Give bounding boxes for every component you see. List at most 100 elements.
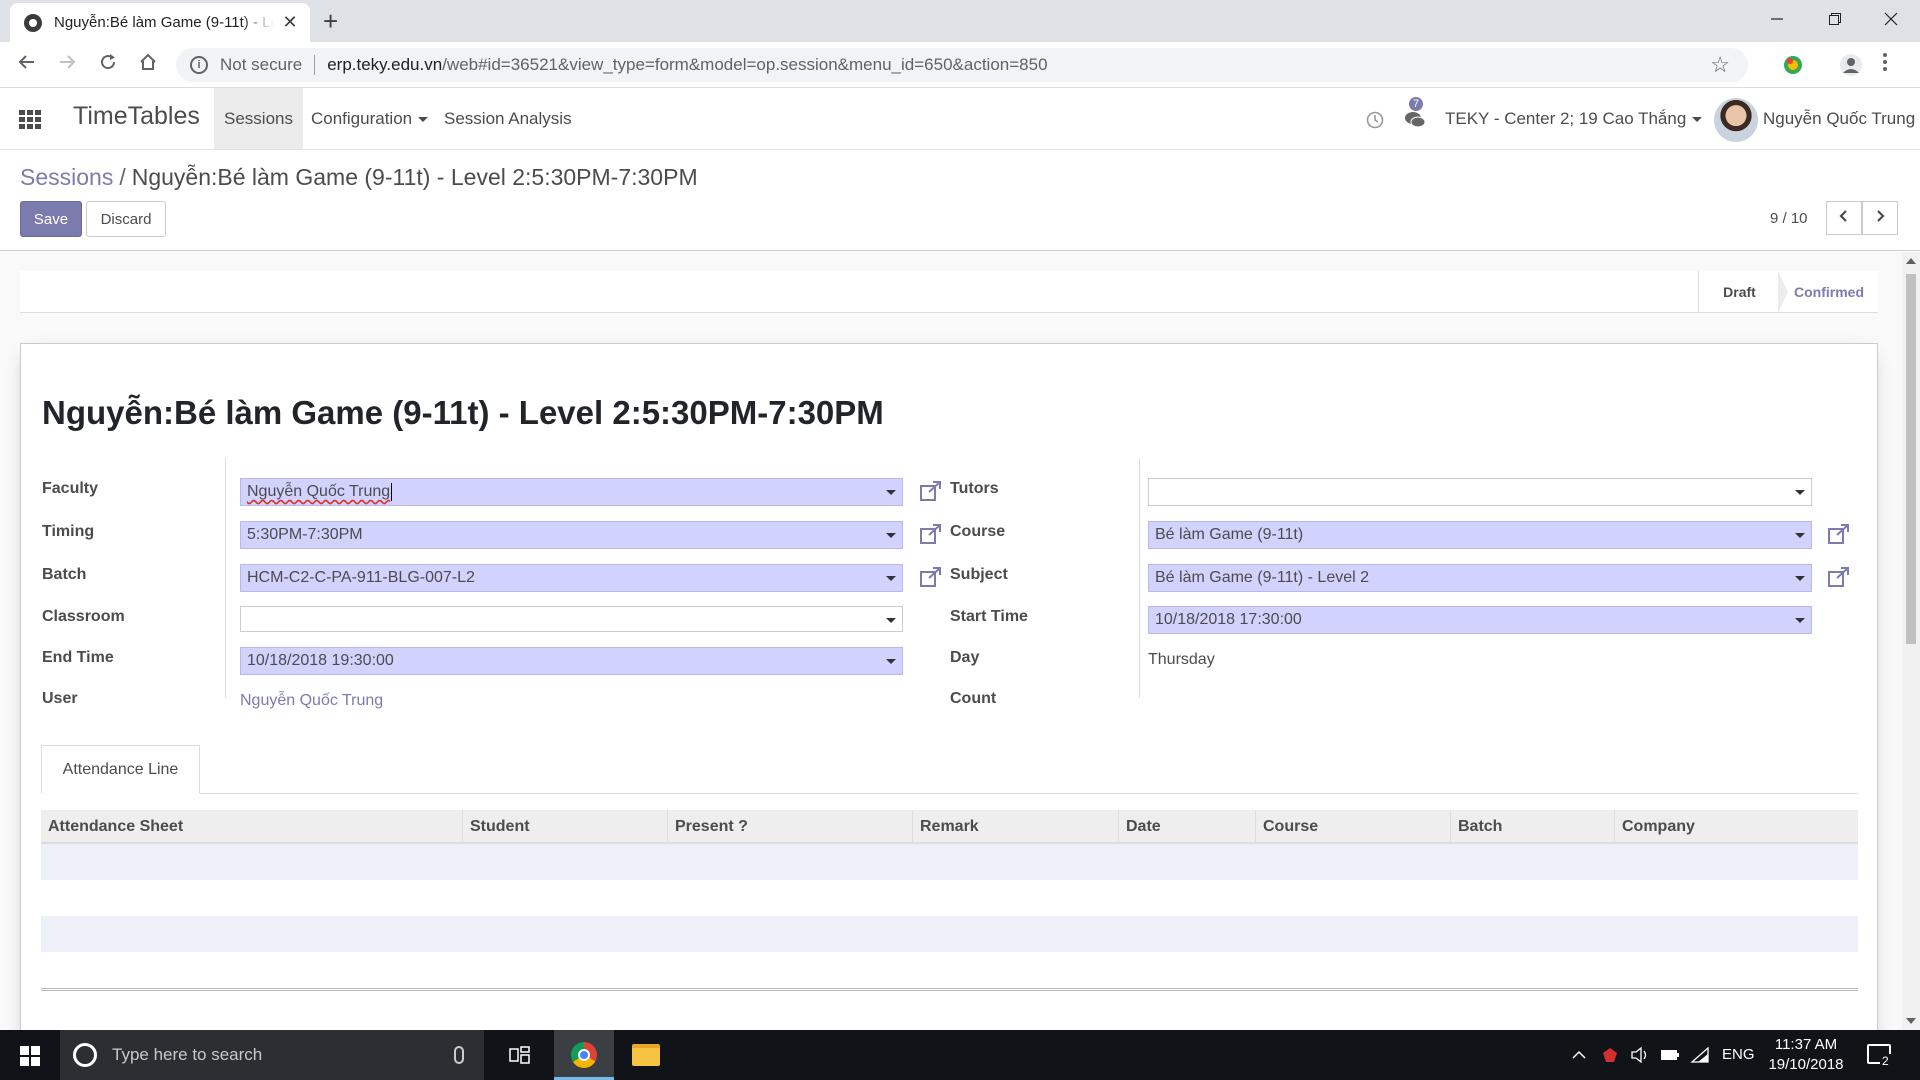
external-link-icon[interactable] — [1827, 566, 1851, 588]
day-label: Day — [950, 649, 980, 666]
info-icon[interactable]: i — [190, 56, 208, 74]
scroll-down-icon[interactable] — [1906, 1018, 1916, 1024]
external-link-icon[interactable] — [919, 523, 943, 545]
pager-value[interactable]: 9 / 10 — [1770, 210, 1808, 227]
profile-icon[interactable] — [1838, 52, 1864, 78]
cortana-icon[interactable] — [73, 1043, 97, 1067]
microphone-icon[interactable] — [454, 1046, 464, 1064]
dropdown-caret-icon[interactable] — [886, 533, 896, 538]
form-sheet: Nguyễn:Bé làm Game (9-11t) - Level 2:5:3… — [20, 343, 1878, 1030]
column-present[interactable]: Present ? — [667, 810, 912, 844]
show-hidden-icons-icon[interactable] — [1572, 1030, 1586, 1080]
apps-grid-icon[interactable] — [19, 110, 41, 129]
close-window-icon[interactable] — [1862, 4, 1920, 36]
start-time-label: Start Time — [950, 608, 1028, 625]
scroll-up-icon[interactable] — [1906, 258, 1916, 264]
table-row — [41, 880, 1858, 916]
tab-attendance-line[interactable]: Attendance Line — [41, 745, 200, 794]
external-link-icon[interactable] — [919, 480, 943, 502]
taskbar-search[interactable]: Type here to search — [60, 1030, 484, 1080]
classroom-field[interactable] — [240, 606, 903, 632]
reload-icon[interactable] — [93, 50, 123, 80]
dropdown-caret-icon[interactable] — [1795, 490, 1805, 495]
minimize-icon[interactable] — [1748, 4, 1806, 36]
file-explorer-taskbar-icon[interactable] — [616, 1030, 676, 1080]
antivirus-icon[interactable] — [1602, 1030, 1618, 1080]
breadcrumb-sessions-link[interactable]: Sessions — [20, 164, 113, 190]
restore-icon[interactable] — [1806, 4, 1864, 36]
menu-sessions[interactable]: Sessions — [214, 88, 303, 149]
course-value: Bé làm Game (9-11t) — [1155, 526, 1304, 543]
end-time-label: End Time — [42, 649, 114, 666]
end-time-field[interactable]: 10/18/2018 19:30:00 — [240, 647, 903, 675]
back-icon[interactable] — [12, 50, 42, 80]
dropdown-caret-icon[interactable] — [1795, 533, 1805, 538]
star-icon[interactable]: ☆ — [1710, 52, 1730, 78]
column-remark[interactable]: Remark — [912, 810, 1118, 844]
timing-field[interactable]: 5:30PM-7:30PM — [240, 521, 903, 549]
new-tab-button[interactable]: + — [323, 7, 338, 35]
subject-field[interactable]: Bé làm Game (9-11t) - Level 2 — [1148, 564, 1812, 592]
task-view-icon[interactable] — [490, 1030, 550, 1080]
browser-tab[interactable]: Nguyễn:Bé làm Game (9-11t) - Level 2:5:3… — [10, 3, 310, 42]
dropdown-caret-icon[interactable] — [886, 659, 896, 664]
column-course[interactable]: Course — [1255, 810, 1450, 844]
menu-configuration[interactable]: Configuration — [301, 88, 438, 149]
external-link-icon[interactable] — [1827, 523, 1851, 545]
dropdown-caret-icon[interactable] — [886, 576, 896, 581]
form-view: Draft Confirmed Nguyễn:Bé làm Game (9-11… — [0, 252, 1902, 1030]
app-brand[interactable]: TimeTables — [73, 102, 200, 131]
batch-field[interactable]: HCM-C2-C-PA-911-BLG-007-L2 — [240, 564, 903, 592]
page-scrollbar[interactable] — [1902, 252, 1920, 1030]
dropdown-caret-icon[interactable] — [1795, 618, 1805, 623]
tutors-field[interactable] — [1148, 478, 1812, 506]
battery-icon[interactable] — [1660, 1030, 1680, 1080]
pager-previous-icon[interactable] — [1826, 201, 1862, 235]
subject-value: Bé làm Game (9-11t) - Level 2 — [1155, 569, 1370, 586]
column-date[interactable]: Date — [1118, 810, 1255, 844]
dropdown-caret-icon[interactable] — [886, 490, 896, 495]
security-label[interactable]: Not secure — [220, 55, 302, 75]
course-label: Course — [950, 523, 1006, 540]
discard-button[interactable]: Discard — [86, 201, 166, 237]
scroll-thumb[interactable] — [1906, 274, 1916, 644]
forward-icon[interactable] — [52, 50, 82, 80]
save-button[interactable]: Save — [20, 201, 82, 237]
faculty-field[interactable]: Nguyễn Quốc Trung — [240, 478, 903, 506]
system-clock[interactable]: 11:37 AM 19/10/2018 — [1756, 1035, 1856, 1075]
stage-draft[interactable]: Draft — [1698, 271, 1780, 313]
stage-confirmed[interactable]: Confirmed — [1780, 271, 1878, 313]
pager-next-icon[interactable] — [1862, 201, 1898, 235]
taskbar-search-placeholder[interactable]: Type here to search — [112, 1045, 454, 1065]
right-column-divider — [1139, 458, 1140, 698]
windows-start-icon[interactable] — [20, 1046, 40, 1066]
activity-clock-icon[interactable] — [1366, 88, 1384, 149]
browser-menu-icon[interactable] — [1882, 52, 1894, 78]
company-switcher[interactable]: TEKY - Center 2; 19 Cao Thắng — [1445, 88, 1703, 149]
chrome-taskbar-icon[interactable] — [554, 1030, 614, 1080]
column-attendance-sheet[interactable]: Attendance Sheet — [41, 810, 462, 844]
breadcrumb-separator: / — [119, 164, 126, 190]
extension-icon[interactable] — [1780, 52, 1806, 78]
menu-session-analysis[interactable]: Session Analysis — [434, 88, 582, 149]
course-field[interactable]: Bé làm Game (9-11t) — [1148, 521, 1812, 549]
dropdown-caret-icon[interactable] — [1795, 576, 1805, 581]
volume-icon[interactable] — [1630, 1030, 1650, 1080]
start-time-field[interactable]: 10/18/2018 17:30:00 — [1148, 606, 1812, 634]
column-company[interactable]: Company — [1614, 810, 1858, 844]
omnibox[interactable]: i Not secure erp.teky.edu.vn/web#id=3652… — [176, 48, 1748, 82]
tab-close-icon[interactable]: ✕ — [280, 12, 300, 33]
home-icon[interactable] — [133, 50, 163, 80]
user-link[interactable]: Nguyễn Quốc Trung — [240, 692, 383, 710]
column-student[interactable]: Student — [462, 810, 667, 844]
avatar[interactable] — [1714, 98, 1758, 142]
input-language[interactable]: ENG — [1722, 1030, 1755, 1080]
clock-date: 19/10/2018 — [1768, 1056, 1844, 1073]
table-footer — [41, 988, 1858, 991]
column-batch[interactable]: Batch — [1450, 810, 1614, 844]
url-text[interactable]: erp.teky.edu.vn/web#id=36521&view_type=f… — [327, 55, 1047, 75]
dropdown-caret-icon[interactable] — [886, 618, 896, 623]
wifi-icon[interactable] — [1690, 1030, 1710, 1080]
external-link-icon[interactable] — [919, 566, 943, 588]
user-menu[interactable]: Nguyễn Quốc Trung — [1763, 88, 1915, 149]
